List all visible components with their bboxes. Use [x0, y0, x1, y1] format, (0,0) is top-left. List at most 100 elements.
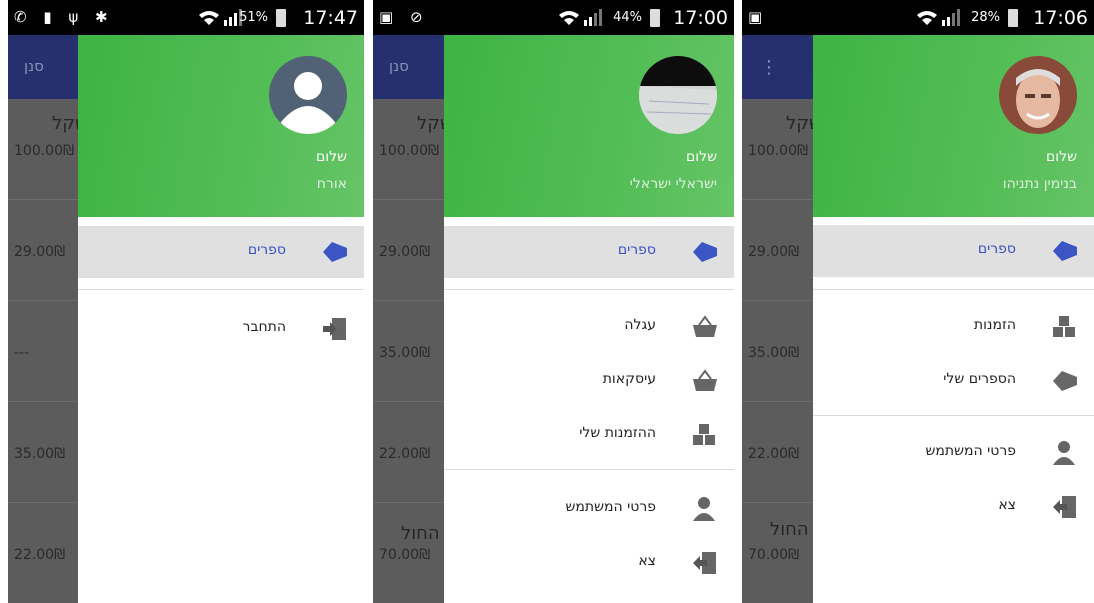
user-name: ישראלי ישראלי — [629, 176, 717, 192]
navigation-drawer: שלום אורח ספרים התחבר — [78, 35, 364, 603]
nav-item-books[interactable]: ספרים — [78, 226, 364, 278]
price: 100.00₪ — [14, 143, 74, 159]
filter-tab[interactable]: סנן — [389, 57, 409, 75]
user-icon — [1053, 441, 1075, 465]
navigation-drawer: שלום ישראלי ישראלי ספרים עגלה עיסקאות הה… — [444, 35, 734, 603]
nav-item-cart[interactable]: עגלה — [444, 301, 734, 353]
price: 100.00₪ — [379, 143, 439, 159]
greeting: שלום — [1046, 149, 1077, 165]
overflow-menu-icon[interactable]: ⋮ — [760, 57, 778, 78]
avatar[interactable] — [269, 56, 347, 134]
avatar[interactable] — [999, 56, 1077, 134]
price: 22.00₪ — [748, 446, 800, 462]
basket-icon — [693, 369, 717, 391]
nav-item-transactions[interactable]: עיסקאות — [444, 355, 734, 407]
status-bar: ▣ 28% 17:06 — [742, 0, 1094, 35]
divider — [813, 415, 1094, 416]
nav-item-user-details[interactable]: פרטי המשתמש — [444, 483, 734, 535]
tag-icon — [323, 242, 347, 262]
price: 70.00₪ — [379, 547, 431, 563]
battery-percent: 28% — [971, 10, 1000, 25]
price: 22.00₪ — [14, 547, 66, 563]
wifi-signal-icon — [559, 9, 602, 26]
nav-item-label: ההזמנות שלי — [579, 425, 656, 441]
drawer-header: שלום ישראלי ישראלי — [444, 35, 734, 217]
price: --- — [14, 345, 30, 361]
avatar[interactable] — [639, 56, 717, 134]
logout-icon — [693, 552, 716, 574]
tag-icon — [693, 242, 717, 262]
divider — [444, 469, 734, 470]
nav-item-label: הספרים שלי — [943, 371, 1016, 387]
user-photo-icon — [639, 56, 717, 134]
price: 29.00₪ — [14, 244, 66, 260]
clock: 17:06 — [1033, 7, 1088, 29]
nav-item-my-books[interactable]: הספרים שלי — [813, 355, 1094, 407]
filter-tab[interactable]: סנן — [24, 57, 44, 75]
divider — [813, 289, 1094, 290]
price: 35.00₪ — [748, 345, 800, 361]
battery-percent: 44% — [613, 10, 642, 25]
clock: 17:00 — [673, 7, 728, 29]
drawer-header: שלום אורח — [78, 35, 364, 217]
user-name: בנימין נתניהו — [1002, 176, 1077, 192]
login-icon — [323, 318, 346, 340]
status-bar: ▣ ⊘ 44% 17:00 — [373, 0, 734, 35]
battery-icon — [1008, 9, 1018, 27]
nav-item-logout[interactable]: צא — [444, 537, 734, 589]
notification-icons: ✆ ▮ ψ ✱ — [14, 8, 114, 26]
battery-percent: 51% — [239, 10, 268, 25]
user-name: אורח — [316, 176, 347, 192]
price: 22.00₪ — [379, 446, 431, 462]
nav-item-label: צא — [998, 497, 1016, 513]
nav-item-books[interactable]: ספרים — [813, 225, 1094, 277]
nav-item-books[interactable]: ספרים — [444, 226, 734, 278]
nav-item-label: ספרים — [247, 242, 286, 258]
nav-item-my-orders[interactable]: ההזמנות שלי — [444, 409, 734, 461]
nav-item-label: התחבר — [242, 319, 287, 335]
nav-item-label: פרטי המשתמש — [565, 499, 656, 515]
screen-3: ▣ 28% 17:06 ⋮ שקל החול 100.00₪ 29.00₪ 35… — [742, 0, 1094, 603]
basket-icon — [693, 315, 717, 337]
screen-1: ✆ ▮ ψ ✱ 51% 17:47 סנן שקל 100.00₪ 29.00₪… — [8, 0, 364, 603]
nav-item-label: עגלה — [624, 317, 656, 333]
status-bar: ✆ ▮ ψ ✱ 51% 17:47 — [8, 0, 364, 35]
drawer-header: שלום בנימין נתניהו — [813, 35, 1094, 217]
screen-2: ▣ ⊘ 44% 17:00 סנן שקל החול 100.00₪ 29.00… — [373, 0, 734, 603]
nav-item-orders[interactable]: הזמנות — [813, 301, 1094, 353]
price: 100.00₪ — [748, 143, 808, 159]
price: 35.00₪ — [379, 345, 431, 361]
nav-item-label: עיסקאות — [602, 371, 656, 387]
nav-item-user-details[interactable]: פרטי המשתמש — [813, 427, 1094, 479]
price: 29.00₪ — [379, 244, 431, 260]
clock: 17:47 — [303, 7, 358, 29]
nav-item-label: הזמנות — [973, 317, 1016, 333]
default-user-icon — [269, 56, 347, 134]
price: 35.00₪ — [14, 446, 66, 462]
user-icon — [693, 497, 715, 521]
nav-item-label: פרטי המשתמש — [925, 443, 1016, 459]
logout-icon — [1053, 496, 1076, 518]
divider — [78, 289, 364, 290]
battery-icon — [650, 9, 660, 27]
navigation-drawer: שלום בנימין נתניהו ספרים הזמנות הספרים ש… — [813, 35, 1094, 603]
notification-icons: ▣ — [748, 8, 769, 26]
notification-icons: ▣ ⊘ — [379, 8, 429, 26]
battery-charging-icon — [276, 9, 286, 27]
nav-item-label: ספרים — [617, 242, 656, 258]
tag-icon — [1053, 241, 1077, 261]
greeting: שלום — [686, 149, 717, 165]
nav-item-label: ספרים — [977, 241, 1016, 257]
wifi-signal-icon — [917, 9, 960, 26]
greeting: שלום — [316, 149, 347, 165]
boxes-icon — [693, 424, 715, 445]
user-photo-icon — [999, 56, 1077, 134]
nav-item-label: צא — [638, 553, 656, 569]
tag-icon — [1053, 371, 1077, 391]
divider — [444, 289, 734, 290]
price: 70.00₪ — [748, 547, 800, 563]
nav-item-login[interactable]: התחבר — [78, 303, 364, 355]
nav-item-logout[interactable]: צא — [813, 481, 1094, 533]
price: 29.00₪ — [748, 244, 800, 260]
boxes-icon — [1053, 316, 1075, 337]
